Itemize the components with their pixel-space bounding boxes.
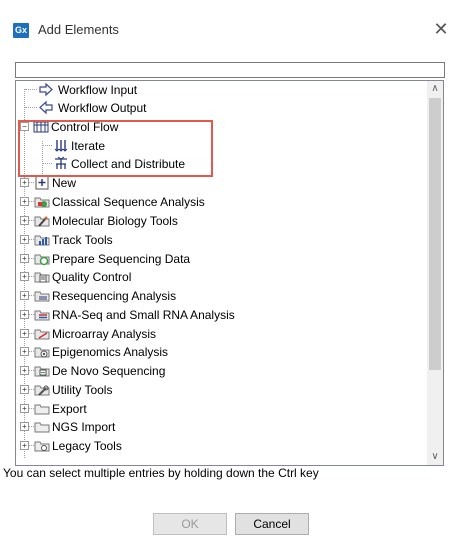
expand-toggle[interactable]: + [20, 404, 29, 413]
control-flow-icon [33, 119, 49, 134]
utility-tools-icon [34, 382, 50, 397]
quality-control-icon [34, 269, 50, 284]
tree-item-track-tools[interactable]: + Track Tools [16, 231, 426, 249]
tree-item-workflow-input[interactable]: Workflow Input [16, 81, 426, 99]
expand-toggle[interactable]: + [20, 310, 29, 319]
workflow-output-icon [38, 100, 54, 115]
tree-item-label: Resequencing Analysis [52, 289, 177, 303]
tree-item-label: Track Tools [52, 233, 113, 247]
window-title: Add Elements [38, 22, 119, 37]
ngs-import-folder-icon [34, 419, 50, 434]
expand-toggle[interactable]: + [20, 422, 29, 431]
tree-item-rna-seq-and-small-rna-analysis[interactable]: + RNA-Seq and Small RNA Analysis [16, 306, 426, 324]
tree-item-classical-sequence-analysis[interactable]: + Classical Sequence Analysis [16, 193, 426, 211]
title-bar: Gx Add Elements ✕ [0, 0, 454, 44]
tree-item-label: Workflow Input [58, 83, 138, 97]
vertical-scrollbar[interactable]: ∧ ∨ [427, 81, 443, 465]
tree-item-label: NGS Import [52, 420, 116, 434]
collect-distribute-icon [53, 156, 69, 171]
expand-toggle[interactable]: + [20, 216, 29, 225]
new-icon [34, 175, 50, 190]
tree-item-label: Epigenomics Analysis [52, 345, 169, 359]
tree-item-label: De Novo Sequencing [52, 364, 166, 378]
tree-item-label: Collect and Distribute [71, 157, 186, 171]
de-novo-icon [34, 363, 50, 378]
tree-item-legacy-tools[interactable]: + Legacy Tools [16, 437, 426, 455]
legacy-tools-folder-icon [34, 438, 50, 453]
tree-item-label: Export [52, 402, 87, 416]
expand-toggle[interactable]: + [20, 366, 29, 375]
expand-toggle[interactable]: + [20, 272, 29, 281]
tree-item-label: Legacy Tools [52, 439, 122, 453]
tree-item-label: New [52, 176, 77, 190]
tree-item-ngs-import[interactable]: + NGS Import [16, 418, 426, 436]
tree-item-label: Workflow Output [58, 101, 147, 115]
tree-item-quality-control[interactable]: + Quality Control [16, 268, 426, 286]
tree-item-workflow-output[interactable]: Workflow Output [16, 99, 426, 117]
tree-content: Workflow Input Workflow Output − Control… [16, 81, 427, 465]
epigenomics-icon [34, 344, 50, 359]
tree-item-control-flow[interactable]: − Control Flow [16, 118, 426, 136]
prepare-sequencing-icon [34, 251, 50, 266]
expand-toggle[interactable]: + [20, 197, 29, 206]
expand-toggle[interactable]: + [20, 347, 29, 356]
rna-seq-icon [34, 307, 50, 322]
tree-item-prepare-sequencing-data[interactable]: + Prepare Sequencing Data [16, 250, 426, 268]
tree-item-label: Classical Sequence Analysis [52, 195, 205, 209]
expand-toggle[interactable]: + [20, 329, 29, 338]
tree-item-utility-tools[interactable]: + Utility Tools [16, 381, 426, 399]
tree-item-iterate[interactable]: Iterate [16, 137, 426, 155]
tree-item-label: RNA-Seq and Small RNA Analysis [52, 308, 235, 322]
scroll-down-icon[interactable]: ∨ [427, 449, 443, 465]
tree-item-de-novo-sequencing[interactable]: + De Novo Sequencing [16, 362, 426, 380]
tree-item-molecular-biology-tools[interactable]: + Molecular Biology Tools [16, 212, 426, 230]
collapse-toggle[interactable]: − [20, 122, 29, 131]
ok-button[interactable]: OK [153, 513, 227, 535]
tree-item-label: Quality Control [52, 270, 132, 284]
iterate-icon [53, 138, 69, 153]
tree-item-resequencing-analysis[interactable]: + Resequencing Analysis [16, 287, 426, 305]
classical-sequence-icon [34, 194, 50, 209]
close-button[interactable]: ✕ [430, 16, 452, 42]
cancel-button[interactable]: Cancel [235, 513, 309, 535]
expand-toggle[interactable]: + [20, 441, 29, 450]
tree-item-label: Microarray Analysis [52, 327, 157, 341]
tree-item-label: Utility Tools [52, 383, 113, 397]
tree-item-label: Prepare Sequencing Data [52, 252, 191, 266]
tree-item-new[interactable]: + New [16, 174, 426, 192]
microarray-icon [34, 326, 50, 341]
workflow-input-icon [38, 82, 54, 97]
expand-toggle[interactable]: + [20, 235, 29, 244]
elements-tree: Workflow Input Workflow Output − Control… [15, 80, 444, 466]
tree-item-microarray-analysis[interactable]: + Microarray Analysis [16, 325, 426, 343]
export-folder-icon [34, 401, 50, 416]
scroll-up-icon[interactable]: ∧ [427, 81, 443, 97]
tree-item-label: Molecular Biology Tools [52, 214, 178, 228]
expand-toggle[interactable]: + [20, 291, 29, 300]
app-logo-icon: Gx [13, 23, 29, 38]
expand-toggle[interactable]: + [20, 254, 29, 263]
tree-item-epigenomics-analysis[interactable]: + Epigenomics Analysis [16, 343, 426, 361]
resequencing-icon [34, 288, 50, 303]
expand-toggle[interactable]: + [20, 385, 29, 394]
tree-item-label: Iterate [71, 139, 106, 153]
molecular-biology-icon [34, 213, 50, 228]
expand-toggle[interactable]: + [20, 178, 29, 187]
scrollbar-thumb[interactable] [429, 98, 441, 370]
track-tools-icon [34, 232, 50, 247]
tree-item-collect-and-distribute[interactable]: Collect and Distribute [16, 155, 426, 173]
tree-item-export[interactable]: + Export [16, 400, 426, 418]
selection-hint: You can select multiple entries by holdi… [3, 466, 319, 480]
filter-input[interactable] [15, 62, 445, 78]
tree-item-label: Control Flow [51, 120, 119, 134]
